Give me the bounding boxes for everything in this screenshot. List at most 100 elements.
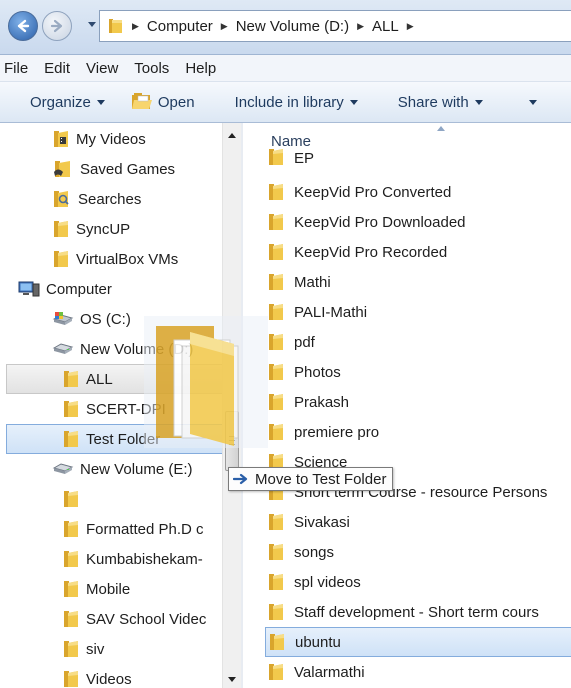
- folder-icon: [269, 514, 283, 530]
- file-row[interactable]: Photos: [267, 357, 341, 387]
- drag-tooltip-label: Move to Test Folder: [255, 470, 387, 488]
- chevron-down-icon: [528, 99, 537, 105]
- breadcrumb-separator[interactable]: ▶: [132, 21, 139, 32]
- nav-item[interactable]: Saved Games: [52, 154, 175, 184]
- folder-icon: [64, 671, 78, 687]
- file-row[interactable]: Mathi: [267, 267, 331, 297]
- folder-icon: [269, 544, 283, 560]
- nav-item-label: Searches: [78, 190, 142, 208]
- nav-item-label: Computer: [46, 280, 112, 298]
- open-folder-icon: [131, 93, 152, 109]
- nav-item-label: Saved Games: [80, 160, 176, 178]
- file-name: songs: [294, 543, 335, 561]
- nav-item-label: New Volume (E:): [80, 460, 193, 478]
- include-in-library-label: Include in library: [234, 93, 344, 111]
- file-list[interactable]: Name EP KeepVid Pro Converted KeepVid Pro …: [245, 123, 571, 688]
- nav-item[interactable]: Formatted Ph.D c: [62, 514, 204, 544]
- recent-pages-dropdown[interactable]: [88, 22, 96, 27]
- nav-item[interactable]: Kumbabishekam-: [62, 544, 203, 574]
- file-name: KeepVid Pro Converted: [294, 183, 452, 201]
- file-name: PALI-Mathi: [294, 303, 368, 321]
- file-name: premiere pro: [294, 423, 380, 441]
- nav-item[interactable]: My Videos: [52, 124, 146, 154]
- folder-icon: [109, 19, 122, 33]
- folder-icon: [269, 244, 283, 260]
- searches-icon: [54, 191, 69, 207]
- nav-item[interactable]: Videos: [62, 664, 132, 688]
- folder-icon: [269, 214, 283, 230]
- file-row[interactable]: songs: [267, 537, 334, 567]
- forward-button[interactable]: [42, 11, 72, 41]
- nav-item-label: ALL: [86, 370, 113, 388]
- folder-icon: [64, 431, 78, 447]
- folder-icon: [54, 251, 68, 267]
- breadcrumb-separator[interactable]: ▶: [407, 21, 414, 32]
- nav-item[interactable]: Searches: [52, 184, 141, 214]
- breadcrumb-computer[interactable]: Computer: [147, 18, 213, 35]
- breadcrumb-separator[interactable]: ▶: [221, 21, 228, 32]
- nav-item[interactable]: VirtualBox VMs: [52, 244, 178, 274]
- scroll-down-arrow[interactable]: [228, 677, 236, 682]
- breadcrumb-separator[interactable]: ▶: [357, 21, 364, 32]
- folder-icon: [269, 274, 283, 290]
- nav-item[interactable]: Computer: [18, 274, 112, 304]
- file-row[interactable]: spl videos: [267, 567, 361, 597]
- nav-item[interactable]: OS (C:): [52, 304, 131, 334]
- open-button[interactable]: Open: [131, 92, 195, 112]
- include-in-library-button[interactable]: Include in library: [235, 94, 358, 111]
- file-name: Mathi: [294, 273, 331, 291]
- file-row[interactable]: KeepVid Pro Downloaded: [267, 207, 466, 237]
- menu-tools[interactable]: Tools: [126, 60, 177, 77]
- file-row[interactable]: ubuntu: [265, 627, 571, 657]
- computer-icon: [18, 281, 40, 297]
- nav-item[interactable]: SyncUP: [52, 214, 130, 244]
- file-row[interactable]: KeepVid Pro Converted: [267, 177, 451, 207]
- nav-item[interactable]: [62, 484, 86, 514]
- folder-icon: [64, 581, 78, 597]
- organize-label: Organize: [30, 93, 91, 111]
- menu-view[interactable]: View: [78, 60, 126, 77]
- file-row[interactable]: PALI-Mathi: [267, 297, 367, 327]
- menu-file[interactable]: File: [0, 60, 36, 77]
- file-row[interactable]: premiere pro: [267, 417, 379, 447]
- file-name: Valarmathi: [294, 663, 365, 681]
- scroll-up-arrow[interactable]: [228, 133, 236, 138]
- file-row[interactable]: KeepVid Pro Recorded: [267, 237, 447, 267]
- command-bar: Organize Open Include in library Share w…: [0, 82, 571, 123]
- file-row[interactable]: Sivakasi: [267, 507, 350, 537]
- folder-icon: [269, 574, 283, 590]
- nav-item-label: Videos: [86, 670, 132, 688]
- file-row[interactable]: Valarmathi: [267, 657, 365, 687]
- file-row[interactable]: Prakash: [267, 387, 349, 417]
- drive-icon: [52, 463, 74, 474]
- nav-item-label: VirtualBox VMs: [76, 250, 179, 268]
- nav-item[interactable]: siv: [62, 634, 104, 664]
- nav-item-label: My Videos: [76, 130, 146, 148]
- chevron-down-icon: [474, 99, 483, 105]
- breadcrumb-new-volume-d[interactable]: New Volume (D:): [236, 18, 349, 35]
- organize-button[interactable]: Organize: [30, 94, 105, 111]
- nav-item[interactable]: New Volume (E:): [52, 454, 193, 484]
- file-name: ubuntu: [295, 633, 341, 651]
- nav-item-label: SyncUP: [76, 220, 131, 238]
- menu-help[interactable]: Help: [177, 60, 224, 77]
- file-row[interactable]: pdf: [267, 327, 315, 357]
- folder-icon: [269, 149, 283, 165]
- breadcrumb[interactable]: ▶ Computer ▶ New Volume (D:) ▶ ALL ▶: [99, 10, 571, 42]
- sort-ascending-icon: [437, 126, 445, 131]
- move-arrow-icon: [233, 473, 248, 485]
- share-with-button[interactable]: Share with: [398, 94, 483, 111]
- overflow-button[interactable]: [523, 99, 537, 105]
- folder-icon: [270, 634, 284, 650]
- back-button[interactable]: [8, 11, 38, 41]
- menu-edit[interactable]: Edit: [36, 60, 78, 77]
- file-row[interactable]: Staff development - Short term cours: [267, 597, 539, 627]
- chevron-down-icon: [96, 99, 105, 105]
- drive-icon: [52, 343, 74, 354]
- file-name: spl videos: [294, 573, 361, 591]
- nav-item[interactable]: SAV School Videc: [62, 604, 206, 634]
- nav-item[interactable]: Mobile: [62, 574, 130, 604]
- breadcrumb-all[interactable]: ALL: [372, 18, 399, 35]
- nav-item-label: siv: [86, 640, 105, 658]
- chevron-down-icon: [349, 99, 358, 105]
